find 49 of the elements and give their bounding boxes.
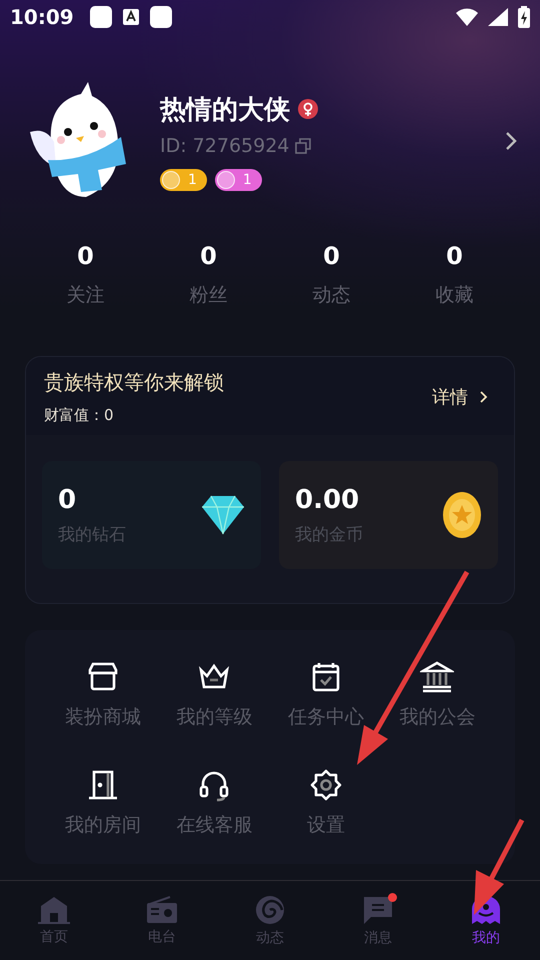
home-icon [37,896,71,924]
battery-icon [518,6,530,28]
wallet-value: 0 [58,484,78,514]
user-id: ID: 72765924 [160,134,290,156]
details-link[interactable]: 详情 [424,379,496,415]
nav-tab[interactable]: 动态 [216,881,324,960]
coin-icon [442,491,482,539]
wallet-label: 我的钻石 [58,524,126,546]
message-icon [363,894,393,924]
stat-value: 0 [200,242,217,270]
copy-icon[interactable] [295,138,312,154]
privilege-title: 贵族特权等你来解锁 [44,369,224,396]
menu-item[interactable]: 设置 [306,812,345,838]
settings-icon [308,768,343,802]
wallet-value: 0.00 [295,484,360,514]
diamond-icon [201,495,245,535]
stat-value: 0 [77,242,94,270]
menu-item[interactable]: 我的房间 [64,812,141,838]
menu-item[interactable]: 装扮商城 [64,704,141,730]
status-time: 10:09 [10,5,74,29]
stat-label[interactable]: 粉丝 [190,282,228,308]
keyboard-icon [122,8,140,26]
signal-icon [488,8,508,26]
wallet-card[interactable]: 0 我的钻石 [42,461,261,569]
user-name: 热情的大侠 [160,94,290,126]
nav-tab[interactable]: 消息 [324,881,432,960]
nav-tab[interactable]: 电台 [108,881,216,960]
stat-label[interactable]: 动态 [312,282,350,308]
menu-item[interactable]: 我的公会 [399,704,476,730]
swirl-icon [255,894,285,924]
level-badge: 1 [160,168,207,190]
bank-icon [420,660,454,694]
chevron-right-icon[interactable] [504,131,518,151]
menu-item[interactable]: 我的等级 [176,704,252,730]
wealth-value: 财富值：0 [44,406,115,425]
menu-item[interactable]: 任务中心 [288,704,364,730]
female-icon [298,99,318,119]
radio-icon [146,896,178,924]
stat-value: 0 [446,242,463,270]
nav-tab[interactable]: 首页 [0,881,108,960]
notification-icon [150,6,172,28]
level-badge: 1 [214,168,262,190]
stat-label[interactable]: 收藏 [436,282,474,308]
stat-value: 0 [323,242,340,270]
stat-label[interactable]: 关注 [66,282,104,308]
notification-icon [90,6,112,28]
menu-item[interactable]: 在线客服 [176,812,252,838]
wifi-icon [456,8,478,26]
chevron-right-icon [480,391,488,403]
